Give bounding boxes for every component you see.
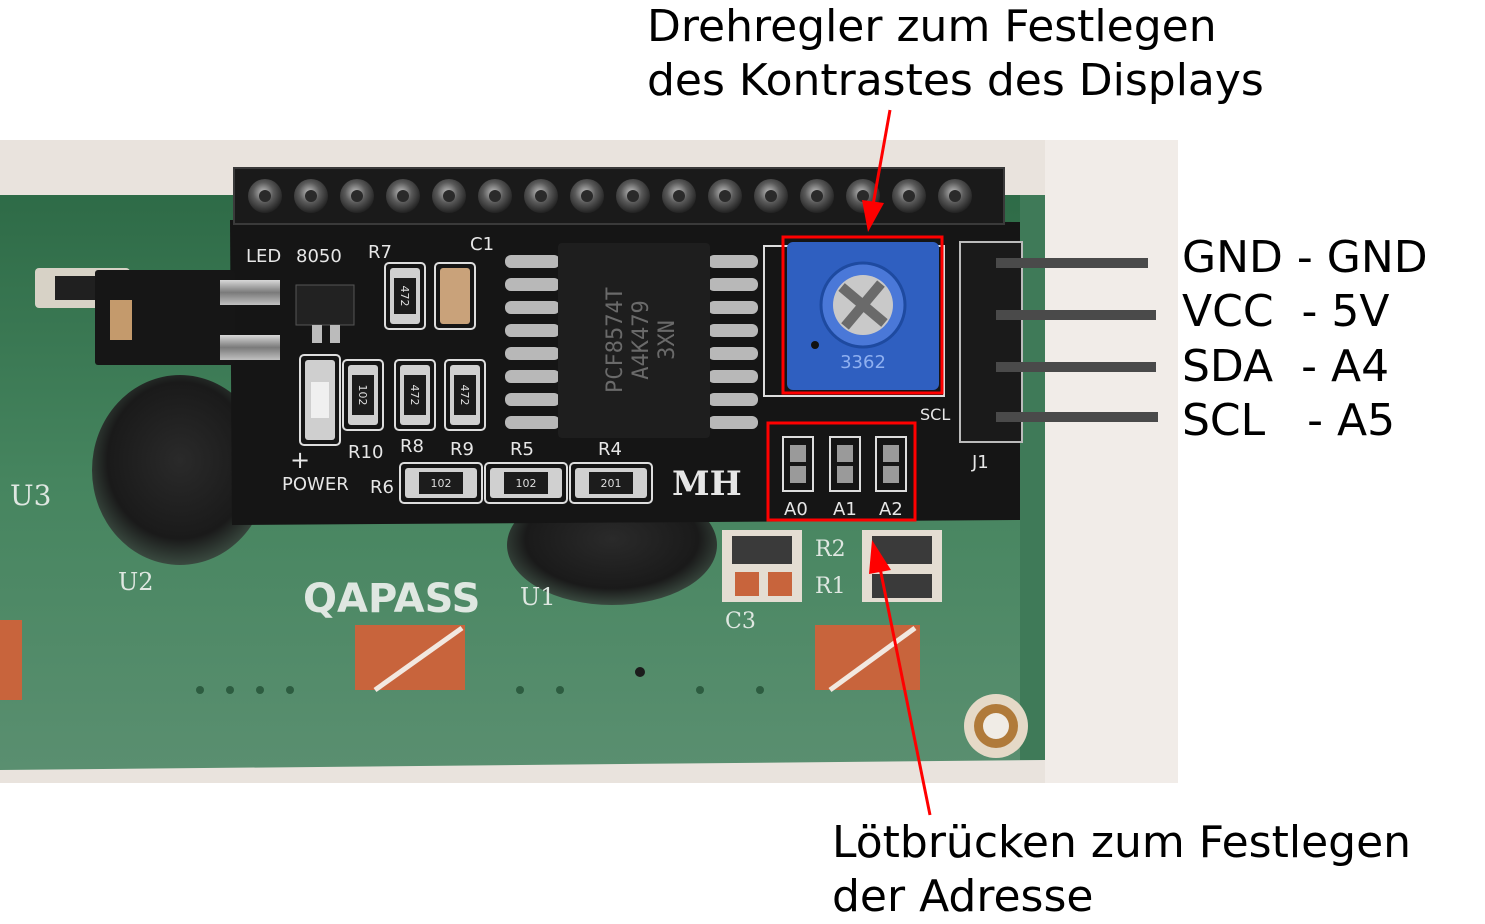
chip-marking-1: PCF8574T — [603, 287, 628, 393]
header-pin — [386, 179, 420, 213]
solder-bridge-caption-line2: der Adresse — [832, 871, 1094, 922]
scl-pin — [996, 412, 1158, 422]
header-pin — [754, 179, 788, 213]
chip-leg — [708, 347, 758, 360]
chip-leg — [505, 255, 560, 268]
r1-label: R1 — [815, 574, 846, 599]
j1-label: J1 — [971, 452, 989, 473]
header-pin — [478, 179, 512, 213]
smd-part: 472 — [394, 359, 436, 431]
r8-label: R8 — [400, 436, 424, 457]
led-label: LED — [246, 246, 281, 267]
sda-pin — [996, 362, 1156, 372]
smd-part: 102 — [342, 359, 384, 431]
chip-leg — [708, 416, 758, 429]
chip-leg — [708, 278, 758, 291]
chip-leg — [505, 370, 560, 383]
solder-bridge-caption-line1: Lötbrücken zum Festlegen — [832, 817, 1412, 868]
r7-label: R7 — [368, 242, 392, 263]
smd-part: 472 — [444, 359, 486, 431]
smd-part — [299, 354, 341, 446]
transistor-8050 — [295, 284, 355, 326]
chip-leg — [708, 255, 758, 268]
r5-label: R5 — [510, 439, 534, 460]
chip-leg — [708, 370, 758, 383]
header-pin — [892, 179, 926, 213]
header-pin — [938, 179, 972, 213]
i2c-backpack-board: 472 102 472 472 102 102 201 PCF8574T A4K479 3X… — [95, 167, 1158, 525]
vcc-pin — [996, 310, 1156, 320]
smd-marking: 102 — [516, 477, 537, 490]
chip-leg — [505, 393, 560, 406]
photo-scene: QAPASS U1 U2 U3 R2 R1 C3 472 102 472 472 102… — [0, 109, 1178, 816]
potentiometer-caption-line2: des Kontrastes des Displays — [647, 55, 1264, 106]
u3-label: U3 — [10, 479, 51, 512]
header-pin — [708, 179, 742, 213]
header-pin — [294, 179, 328, 213]
pin-map-vcc: VCC - 5V — [1182, 286, 1390, 337]
chip-marking-2: A4K479 — [629, 300, 654, 379]
qapass-label: QAPASS — [303, 576, 480, 622]
chip-marking-3: 3XN — [655, 320, 680, 360]
header-pin — [570, 179, 604, 213]
r2-label: R2 — [815, 537, 846, 562]
pin-map-gnd: GND - GND — [1182, 232, 1428, 283]
power-plus-label: + — [290, 446, 310, 474]
u2-label: U2 — [118, 568, 154, 596]
smd-marking: 472 — [408, 385, 421, 406]
header-pin — [248, 179, 282, 213]
chip-leg — [505, 416, 560, 429]
scl-silk-label: SCL — [920, 405, 950, 424]
a2-label: A2 — [879, 499, 903, 520]
header-pin — [800, 179, 834, 213]
r9-label: R9 — [450, 439, 474, 460]
smd-part — [434, 262, 476, 330]
smd-part: 102 — [399, 462, 483, 504]
solder-bridge-caption: Lötbrücken zum Festlegen der Adresse — [832, 816, 1411, 924]
power-label: POWER — [282, 474, 349, 495]
chip-leg — [708, 301, 758, 314]
header-pin — [524, 179, 558, 213]
header-pin — [616, 179, 650, 213]
brand-label: MH — [672, 464, 742, 504]
pin-map-sda: SDA - A4 — [1182, 341, 1390, 392]
chip-leg — [708, 324, 758, 337]
smd-part: 472 — [384, 262, 426, 330]
a1-label: A1 — [833, 499, 857, 520]
smd-marking: 102 — [431, 477, 452, 490]
smd-marking: 472 — [458, 385, 471, 406]
chip-leg — [708, 393, 758, 406]
r4-label: R4 — [598, 439, 622, 460]
smd-marking: 472 — [398, 286, 411, 307]
header-pin — [340, 179, 374, 213]
pin-map-scl: SCL - A5 — [1182, 395, 1396, 446]
chip-leg — [505, 324, 560, 337]
c1-label: C1 — [470, 234, 494, 255]
gnd-pin — [996, 258, 1148, 268]
r10-label: R10 — [348, 442, 383, 463]
potentiometer-caption: Drehregler zum Festlegen des Kontrastes … — [647, 0, 1264, 108]
chip-leg — [505, 301, 560, 314]
smd-marking: 102 — [356, 385, 369, 406]
header-pin — [662, 179, 696, 213]
a0-label: A0 — [784, 499, 808, 520]
pot-code-label: 3362 — [840, 352, 886, 373]
u1-label: U1 — [520, 583, 556, 611]
chip-leg — [505, 278, 560, 291]
smd-marking: 201 — [601, 477, 622, 490]
contrast-potentiometer: 3362 — [763, 242, 945, 397]
chip-leg — [505, 347, 560, 360]
r6-label: R6 — [370, 477, 394, 498]
smd-part: 201 — [569, 462, 653, 504]
smd-part: 102 — [484, 462, 568, 504]
header-pin — [432, 179, 466, 213]
potentiometer-caption-line1: Drehregler zum Festlegen — [647, 1, 1217, 52]
transistor-label: 8050 — [296, 246, 342, 267]
c3-label: C3 — [725, 609, 756, 634]
